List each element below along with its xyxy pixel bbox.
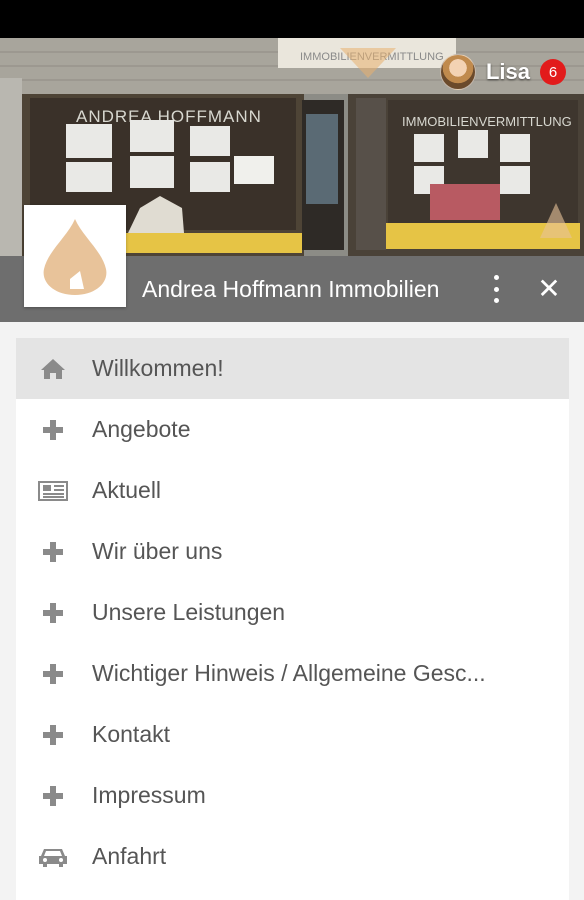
company-logo: [24, 205, 126, 307]
user-avatar[interactable]: [439, 54, 476, 90]
plus-icon: [38, 720, 68, 750]
close-icon[interactable]: ✕: [534, 274, 564, 304]
menu-item-label: Anfahrt: [92, 843, 167, 869]
more-options-icon[interactable]: [484, 275, 508, 303]
flame-logo-icon: [43, 219, 107, 295]
plus-icon: [38, 415, 68, 445]
plus-icon: [38, 598, 68, 628]
plus-icon: [38, 659, 68, 689]
menu-item-label: Aktuell: [92, 477, 162, 503]
navigation-menu: Willkommen! Angebote Aktuell Wir über un…: [16, 338, 569, 900]
menu-item-willkommen[interactable]: Willkommen!: [16, 338, 569, 399]
app-title-bar: Andrea Hoffmann Immobilien ✕: [0, 205, 584, 322]
menu-item-label: Willkommen!: [92, 355, 224, 381]
menu-item-kontakt[interactable]: Kontakt: [16, 704, 569, 765]
car-icon: [38, 842, 68, 872]
plus-icon: [38, 781, 68, 811]
menu-item-wir-ueber-uns[interactable]: Wir über uns: [16, 521, 569, 582]
menu-item-label: Impressum: [92, 782, 206, 808]
menu-item-aktuell[interactable]: Aktuell: [16, 460, 569, 521]
storefront-sign-right: IMMOBILIENVERMITTLUNG: [402, 114, 572, 129]
menu-item-label: Wir über uns: [92, 538, 223, 564]
status-bar: [0, 0, 584, 38]
home-icon: [38, 354, 68, 384]
menu-item-label: Wichtiger Hinweis / Allgemeine Gesc...: [92, 660, 486, 686]
menu-item-wichtiger-hinweis[interactable]: Wichtiger Hinweis / Allgemeine Gesc...: [16, 643, 569, 704]
notification-badge[interactable]: 6: [540, 59, 566, 85]
menu-item-impressum[interactable]: Impressum: [16, 765, 569, 826]
user-profile[interactable]: Lisa 6: [439, 54, 566, 90]
app-title: Andrea Hoffmann Immobilien: [142, 276, 440, 302]
menu-item-label: Kontakt: [92, 721, 170, 747]
menu-item-label: Angebote: [92, 416, 191, 442]
newspaper-icon: [38, 476, 68, 506]
plus-icon: [38, 537, 68, 567]
menu-item-unsere-leistungen[interactable]: Unsere Leistungen: [16, 582, 569, 643]
user-name[interactable]: Lisa: [486, 59, 530, 85]
menu-item-angebote[interactable]: Angebote: [16, 399, 569, 460]
menu-item-anfahrt[interactable]: Anfahrt: [16, 826, 569, 887]
menu-item-label: Unsere Leistungen: [92, 599, 286, 625]
